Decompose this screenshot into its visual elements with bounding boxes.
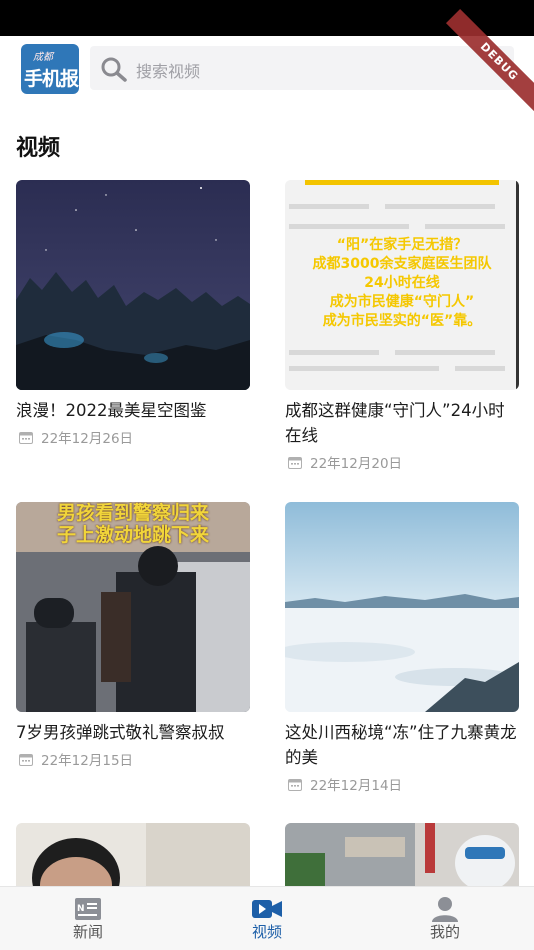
caption-line: 子上激动地跳下来 bbox=[56, 524, 209, 546]
video-thumbnail[interactable] bbox=[16, 823, 250, 886]
video-card[interactable]: 男孩看到警察归来 子上激动地跳下来 7岁男孩弹跳式敬礼警察叔叔 22年12月15… bbox=[16, 502, 250, 769]
sea-of-clouds-image bbox=[285, 502, 519, 712]
calendar-icon bbox=[19, 753, 33, 766]
video-date-text: 22年12月20日 bbox=[310, 456, 403, 472]
video-date-text: 22年12月14日 bbox=[310, 778, 403, 794]
street-scene-image bbox=[285, 823, 519, 886]
calendar-icon bbox=[19, 431, 33, 444]
poster-line: 24小时在线 bbox=[364, 275, 440, 291]
svg-text:N: N bbox=[77, 904, 85, 914]
person-icon bbox=[432, 897, 458, 922]
video-date: 22年12月26日 bbox=[16, 427, 250, 447]
poster-line: 成为市民健康“守门人” bbox=[329, 294, 475, 310]
video-thumbnail[interactable] bbox=[285, 823, 519, 886]
video-date: 22年12月20日 bbox=[285, 452, 519, 472]
video-title: 这处川西秘境“冻”住了九寨黄龙的美 bbox=[285, 723, 517, 767]
video-title: 成都这群健康“守门人”24小时在线 bbox=[285, 401, 505, 445]
poster-line: 成为市民坚实的“医”靠。 bbox=[322, 313, 482, 329]
video-date: 22年12月14日 bbox=[285, 774, 519, 794]
video-card[interactable] bbox=[285, 823, 519, 886]
tab-label: 我的 bbox=[429, 923, 460, 941]
video-thumbnail[interactable] bbox=[285, 502, 519, 712]
portrait-image bbox=[16, 823, 250, 886]
video-card[interactable] bbox=[16, 823, 250, 886]
video-title: 浪漫！2022最美星空图鉴 bbox=[16, 401, 207, 420]
header: 成都 手机报 搜索视频 bbox=[0, 36, 534, 100]
calendar-icon bbox=[288, 456, 302, 469]
section-title: 视频 bbox=[16, 136, 61, 161]
poster-line: 成都3000余支家庭医生团队 bbox=[312, 256, 492, 272]
video-card[interactable]: 这处川西秘境“冻”住了九寨黄龙的美 22年12月14日 bbox=[285, 502, 519, 794]
video-thumbnail[interactable] bbox=[16, 180, 250, 390]
bottom-tab-bar: N 新闻 视频 我的 bbox=[0, 886, 534, 950]
caption-line: 男孩看到警察归来 bbox=[56, 502, 209, 524]
logo-small-text: 成都 bbox=[33, 52, 53, 63]
tab-profile[interactable]: 我的 bbox=[385, 887, 505, 950]
video-card[interactable]: 浪漫！2022最美星空图鉴 22年12月26日 bbox=[16, 180, 250, 447]
calendar-icon bbox=[288, 778, 302, 791]
search-placeholder: 搜索视频 bbox=[136, 62, 201, 81]
caption-overlay: 男孩看到警察归来 子上激动地跳下来 bbox=[16, 502, 250, 546]
tab-video[interactable]: 视频 bbox=[207, 887, 327, 950]
poster-line: “阳”在家手足无措？ bbox=[336, 237, 468, 253]
video-date-text: 22年12月15日 bbox=[41, 753, 134, 769]
search-icon bbox=[101, 57, 127, 82]
tab-news[interactable]: N 新闻 bbox=[28, 887, 148, 950]
video-thumbnail[interactable]: “阳”在家手足无措？ 成都3000余支家庭医生团队 24小时在线 成为市民健康“… bbox=[285, 180, 519, 390]
video-date: 22年12月15日 bbox=[16, 749, 250, 769]
news-icon: N bbox=[75, 898, 101, 920]
app-logo[interactable]: 成都 手机报 bbox=[21, 44, 79, 94]
tab-label: 视频 bbox=[251, 923, 282, 941]
video-date-text: 22年12月26日 bbox=[41, 431, 134, 447]
poster-text: “阳”在家手足无措？ 成都3000余支家庭医生团队 24小时在线 成为市民健康“… bbox=[285, 236, 519, 331]
tab-label: 新闻 bbox=[72, 923, 103, 941]
video-title: 7岁男孩弹跳式敬礼警察叔叔 bbox=[16, 723, 225, 742]
logo-main-text: 手机报 bbox=[24, 68, 79, 90]
video-camera-icon bbox=[252, 900, 282, 918]
starry-mountain-image bbox=[16, 180, 250, 390]
video-card[interactable]: “阳”在家手足无措？ 成都3000余支家庭医生团队 24小时在线 成为市民健康“… bbox=[285, 180, 519, 472]
search-input[interactable]: 搜索视频 bbox=[90, 46, 514, 90]
video-thumbnail[interactable]: 男孩看到警察归来 子上激动地跳下来 bbox=[16, 502, 250, 712]
